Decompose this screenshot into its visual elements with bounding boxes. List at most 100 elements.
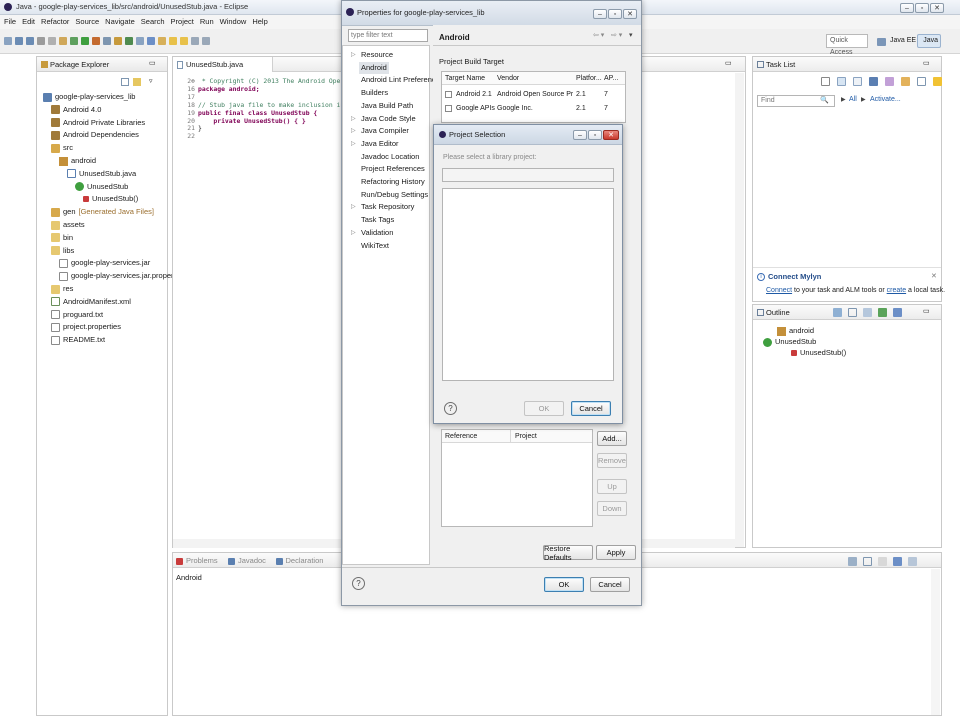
category-refactoring-history[interactable]: Refactoring History xyxy=(361,176,425,188)
new-package-icon[interactable] xyxy=(114,37,122,45)
menu-item-help[interactable]: Help xyxy=(252,17,267,26)
project-selection-list[interactable] xyxy=(442,188,614,381)
package-tree-item[interactable]: Android Dependencies xyxy=(51,129,139,141)
expand-arrow-icon[interactable]: ▷ xyxy=(351,203,356,210)
perspective-java[interactable]: Java xyxy=(917,34,941,48)
expand-arrow-icon[interactable]: ▷ xyxy=(351,140,356,147)
category-task-tags[interactable]: Task Tags xyxy=(361,214,394,226)
scroll-lock-icon[interactable] xyxy=(863,557,872,566)
target-header-cell[interactable]: AP... xyxy=(604,72,618,85)
properties-cancel-button[interactable]: Cancel xyxy=(590,577,630,592)
perspective-java-ee[interactable]: Java EE xyxy=(890,37,916,44)
apply-button[interactable]: Apply xyxy=(596,545,636,560)
package-tree-item[interactable]: android xyxy=(59,155,96,167)
category-run-debug-settings[interactable]: Run/Debug Settings xyxy=(361,189,428,201)
project-selection-close-button[interactable]: ✕ xyxy=(603,130,619,140)
category-java-code-style[interactable]: Java Code Style xyxy=(361,113,416,125)
package-tree-item[interactable]: UnusedStub() xyxy=(83,193,138,205)
properties-help-icon[interactable]: ? xyxy=(352,577,365,590)
collapse-icon[interactable] xyxy=(917,77,926,86)
category-java-editor[interactable]: Java Editor xyxy=(361,138,399,150)
new-task-icon[interactable] xyxy=(821,77,830,86)
hide-completed-icon[interactable] xyxy=(885,77,894,86)
package-tree-item[interactable]: google-play-services_lib xyxy=(43,91,135,103)
package-tree-item[interactable]: UnusedStub.java xyxy=(67,168,136,180)
category-android[interactable]: Android xyxy=(359,61,389,74)
expand-arrow-icon[interactable]: ▷ xyxy=(351,127,356,134)
hide-local-types-icon[interactable] xyxy=(893,308,902,317)
task-repository-icon[interactable] xyxy=(933,77,942,86)
new-icon[interactable] xyxy=(4,37,12,45)
minimize-view-icon[interactable]: ▭ xyxy=(149,59,156,67)
scheduled-icon[interactable] xyxy=(853,77,862,86)
package-explorer-tab[interactable]: Package Explorer xyxy=(50,60,109,69)
category-javadoc-location[interactable]: Javadoc Location xyxy=(361,151,419,163)
package-tree-item[interactable]: UnusedStub xyxy=(75,181,128,193)
task-activate-link[interactable]: Activate... xyxy=(870,96,901,103)
package-tree-item[interactable]: gen [Generated Java Files] xyxy=(51,206,154,218)
task-list-minimize-icon[interactable]: ▭ xyxy=(923,59,930,67)
project-selection-filter-input[interactable] xyxy=(442,168,614,182)
categorized-icon[interactable] xyxy=(837,77,846,86)
category-android-lint-preferences[interactable]: Android Lint Preferences xyxy=(361,74,444,86)
open-type-icon[interactable] xyxy=(136,37,144,45)
task-filter-all[interactable]: All xyxy=(849,96,857,103)
project-selection-help-icon[interactable]: ? xyxy=(444,402,457,415)
package-tree-item[interactable]: Android 4.0 xyxy=(51,104,101,116)
editor-vertical-scrollbar[interactable] xyxy=(735,73,744,547)
filter-input[interactable]: type filter text xyxy=(348,29,428,42)
view-menu-icon[interactable]: ▿ xyxy=(149,77,153,85)
expand-arrow-icon[interactable]: ▷ xyxy=(351,229,356,236)
pin-console-icon[interactable] xyxy=(878,557,887,566)
menu-item-run[interactable]: Run xyxy=(200,17,214,26)
save-all-icon[interactable] xyxy=(26,37,34,45)
save-icon[interactable] xyxy=(15,37,23,45)
link-editor-icon[interactable] xyxy=(133,78,141,86)
properties-ok-button[interactable]: OK xyxy=(544,577,584,592)
hide-static-icon[interactable] xyxy=(863,308,872,317)
category-validation[interactable]: Validation xyxy=(361,227,393,239)
focus-icon[interactable] xyxy=(869,77,878,86)
properties-close-button[interactable]: ✕ xyxy=(623,9,637,19)
sort-icon[interactable] xyxy=(833,308,842,317)
category-java-build-path[interactable]: Java Build Path xyxy=(361,100,413,112)
target-row-name[interactable]: Google APIs xyxy=(445,102,495,115)
up-library-button[interactable]: Up xyxy=(597,479,627,494)
expand-arrow-icon[interactable]: ▷ xyxy=(351,51,356,58)
target-checkbox[interactable] xyxy=(445,104,452,112)
category-builders[interactable]: Builders xyxy=(361,87,388,99)
open-task-icon[interactable] xyxy=(147,37,155,45)
bottom-tab-problems[interactable]: Problems xyxy=(176,554,218,568)
external-tools-icon[interactable] xyxy=(92,37,100,45)
new-class-icon[interactable] xyxy=(125,37,133,45)
hide-nonpublic-icon[interactable] xyxy=(878,308,887,317)
target-checkbox[interactable] xyxy=(445,90,452,98)
category-resource[interactable]: Resource xyxy=(361,49,393,61)
package-tree-item[interactable]: google-play-services.jar.properties xyxy=(59,270,185,282)
package-tree-item[interactable]: assets xyxy=(51,219,85,231)
task-list-tab[interactable]: Task List xyxy=(766,60,795,69)
nav-forward-icon[interactable]: ⇨ ▾ xyxy=(611,31,622,39)
search-icon[interactable] xyxy=(59,37,67,45)
editor-minimize-icon[interactable]: ▭ xyxy=(725,59,732,67)
package-tree-item[interactable]: src xyxy=(51,142,73,154)
search-tools-icon[interactable] xyxy=(158,37,166,45)
bottom-tab-javadoc[interactable]: Javadoc xyxy=(228,554,266,568)
task-find-input[interactable]: Find 🔍 xyxy=(757,95,835,107)
outline-item[interactable]: UnusedStub() xyxy=(791,347,846,359)
package-tree-item[interactable]: Android Private Libraries xyxy=(51,117,145,129)
add-library-button[interactable]: Add... xyxy=(597,431,627,446)
category-task-repository[interactable]: Task Repository xyxy=(361,201,414,213)
restore-defaults-button[interactable]: Restore Defaults xyxy=(543,544,593,562)
mylyn-connect-link[interactable]: Connect xyxy=(766,287,792,294)
properties-maximize-button[interactable]: ▫ xyxy=(608,9,622,19)
minimize-button[interactable]: – xyxy=(900,3,914,13)
project-selection-minimize-button[interactable]: – xyxy=(573,130,587,140)
new-java-project-icon[interactable] xyxy=(103,37,111,45)
category-wikitext[interactable]: WikiText xyxy=(361,240,389,252)
project-selection-maximize-button[interactable]: ▫ xyxy=(588,130,602,140)
prev-annotation-icon[interactable] xyxy=(180,37,188,45)
clear-console-icon[interactable] xyxy=(848,557,857,566)
target-row-name[interactable]: Android 2.1 xyxy=(445,88,492,101)
maximize-button[interactable]: ▫ xyxy=(915,3,929,13)
